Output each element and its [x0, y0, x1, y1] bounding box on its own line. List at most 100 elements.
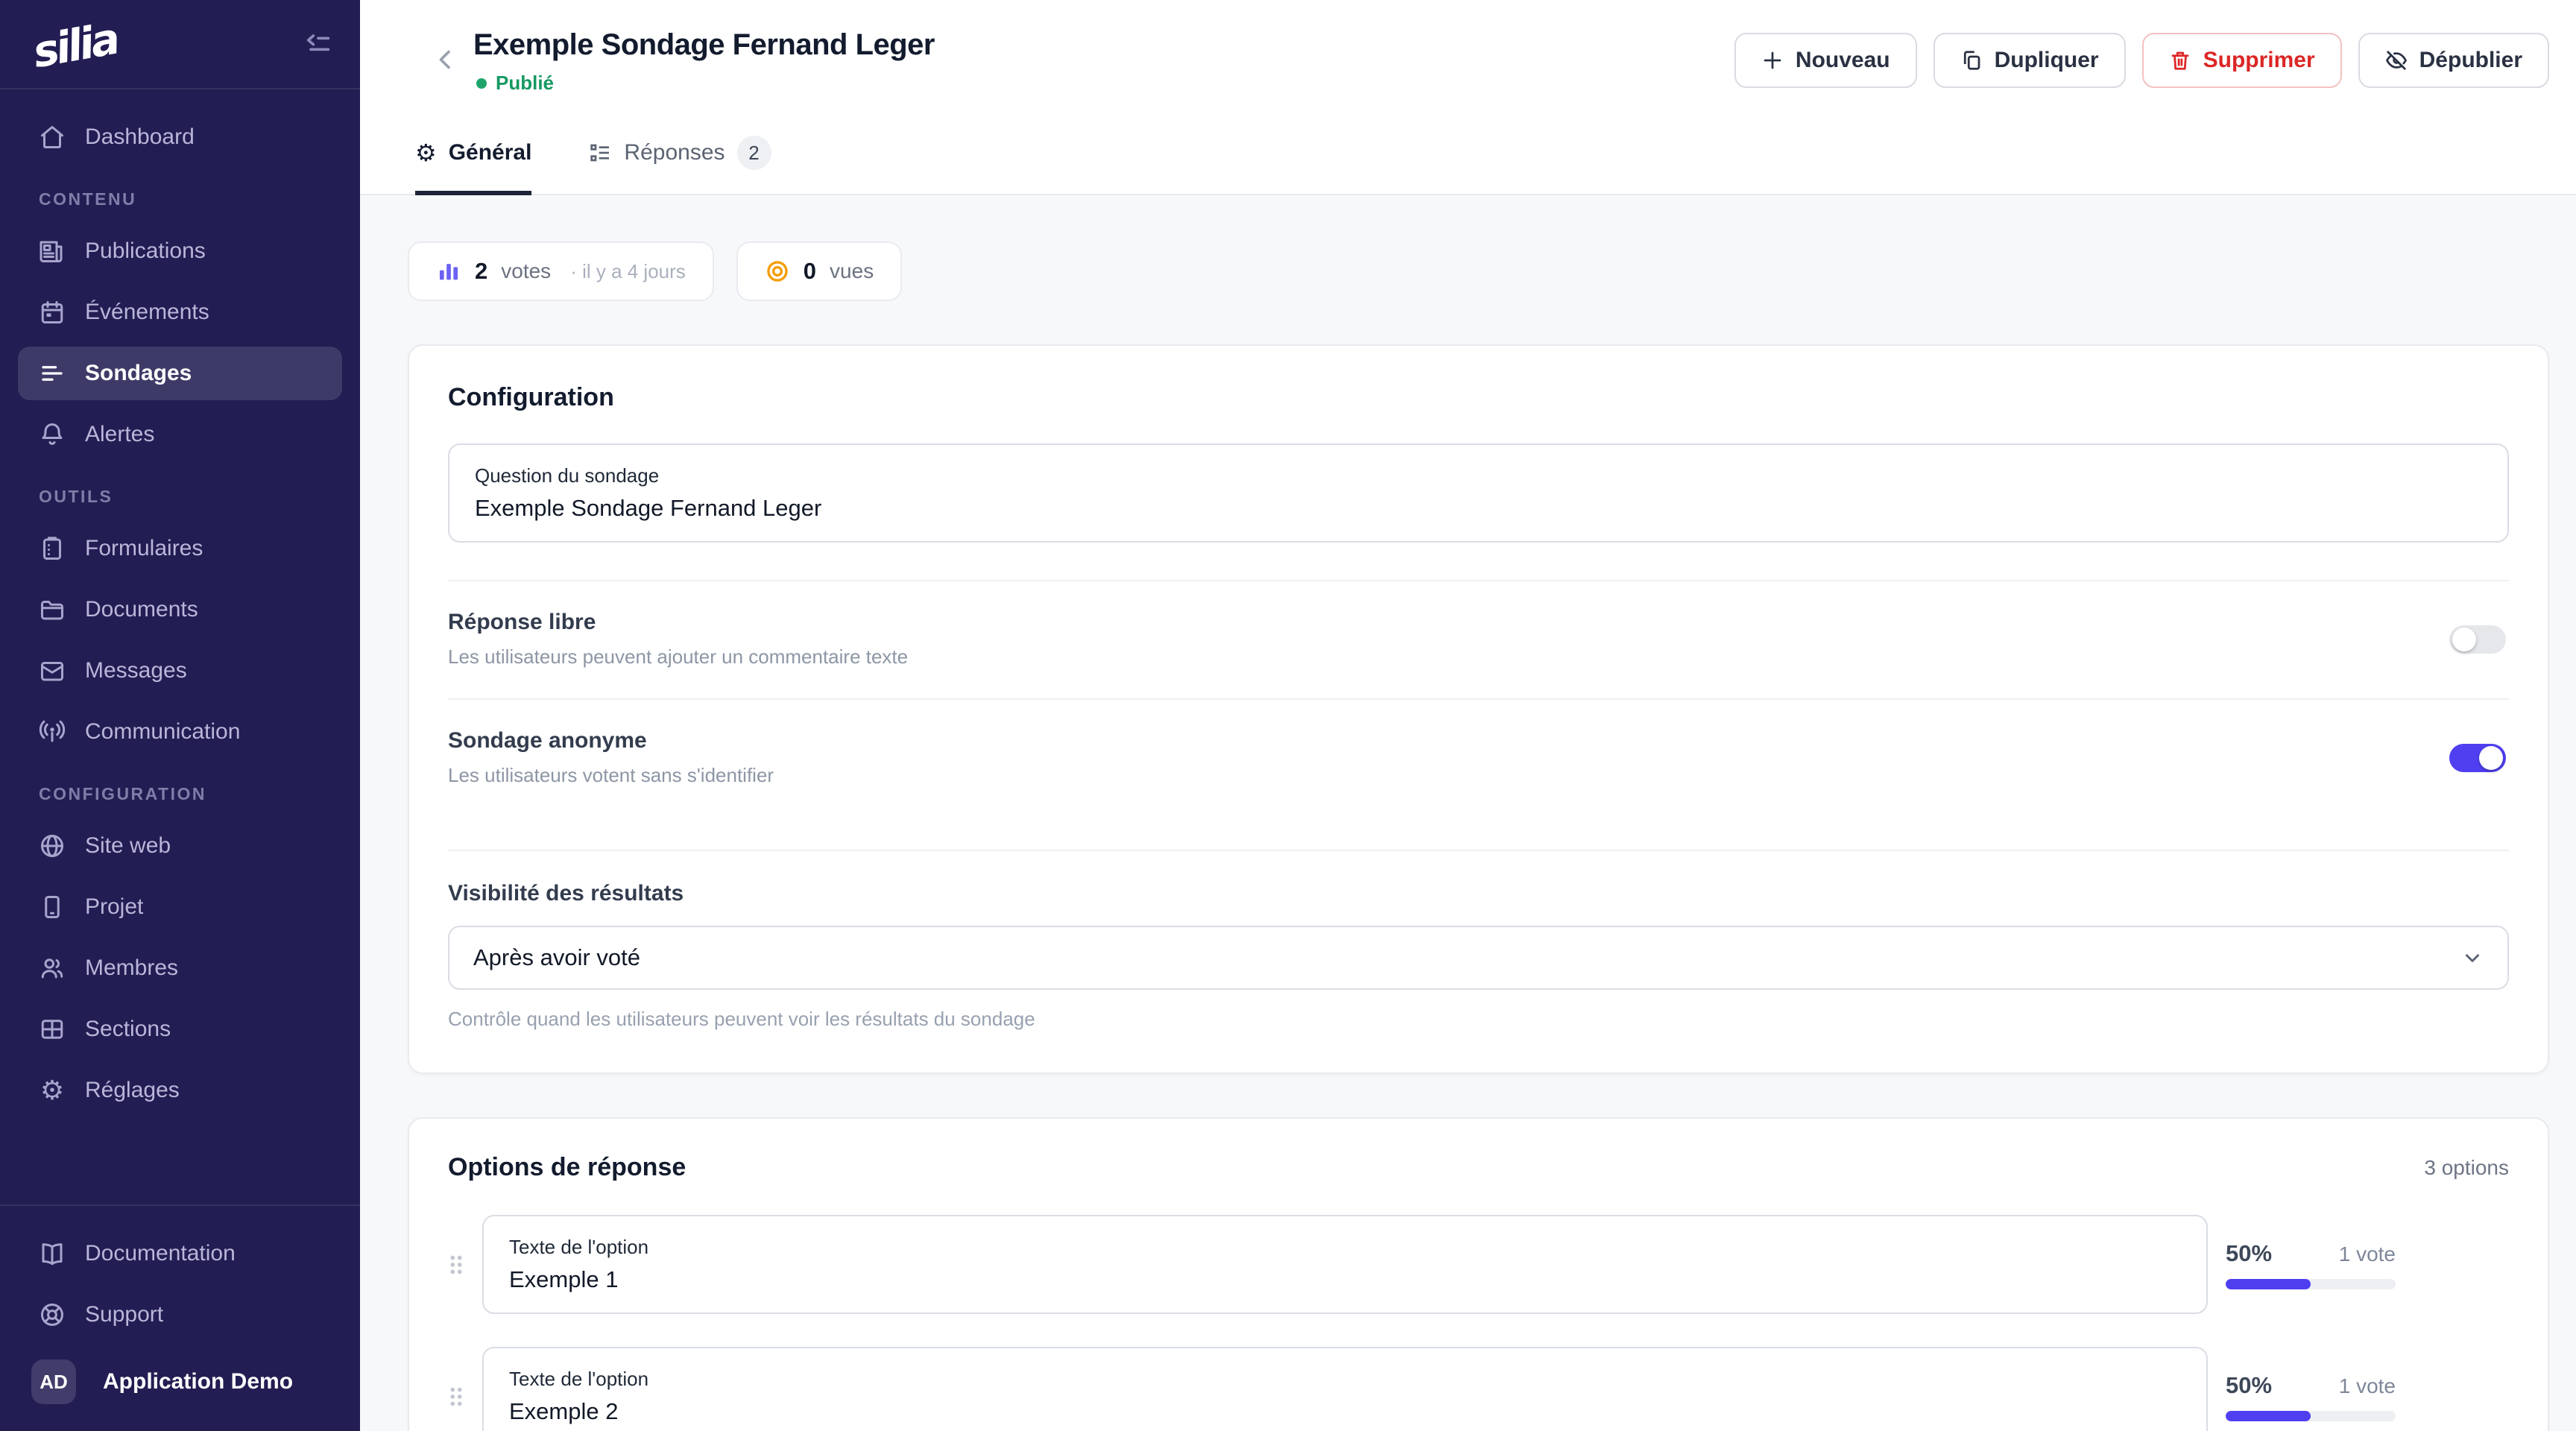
- sidebar-item-evenements[interactable]: Événements: [18, 285, 342, 339]
- question-input[interactable]: Question du sondage Exemple Sondage Fern…: [448, 443, 2509, 543]
- option-row: Texte de l'option Exemple 2 50% 1 vote: [448, 1347, 2509, 1431]
- options-count: 3 options: [2424, 1156, 2509, 1180]
- back-button[interactable]: [433, 46, 460, 73]
- anonymous-toggle[interactable]: [2449, 744, 2506, 772]
- sidebar-item-communication[interactable]: Communication: [18, 705, 342, 759]
- app-logo: silia: [29, 13, 121, 78]
- sidebar-item-alertes[interactable]: Alertes: [18, 408, 342, 461]
- sidebar-item-dashboard[interactable]: Dashboard: [18, 110, 342, 164]
- sidebar-collapse-icon[interactable]: [303, 28, 333, 58]
- sidebar-section-contenu: CONTENU: [18, 189, 342, 209]
- sidebar-item-label: Sondages: [85, 361, 192, 386]
- mail-icon: [39, 657, 66, 684]
- option-votes: 1 vote: [2339, 1242, 2396, 1266]
- visibility-block: Visibilité des résultats Après avoir vot…: [448, 850, 2509, 1031]
- newspaper-icon: [39, 238, 66, 265]
- votes-label: votes: [501, 259, 551, 283]
- sidebar-item-label: Communication: [85, 719, 240, 745]
- list-icon: [588, 141, 612, 165]
- question-value: Exemple Sondage Fernand Leger: [475, 495, 2482, 522]
- responses-count-badge: 2: [737, 136, 771, 170]
- sidebar-item-documents[interactable]: Documents: [18, 583, 342, 636]
- poll-icon: [39, 360, 66, 387]
- sidebar-item-projet[interactable]: Projet: [18, 880, 342, 934]
- visibility-label: Visibilité des résultats: [448, 881, 2509, 906]
- sidebar-item-publications[interactable]: Publications: [18, 224, 342, 278]
- sidebar-item-reglages[interactable]: ⚙ Réglages: [18, 1064, 342, 1117]
- visibility-helper: Contrôle quand les utilisateurs peuvent …: [448, 1008, 2509, 1031]
- free-response-toggle[interactable]: [2449, 625, 2506, 654]
- sidebar-item-site-web[interactable]: Site web: [18, 819, 342, 873]
- drag-handle-icon[interactable]: [448, 1251, 464, 1279]
- broadcast-icon: [39, 718, 66, 745]
- votes-meta: · il y a 4 jours: [570, 260, 686, 283]
- sidebar-item-documentation[interactable]: Documentation: [18, 1227, 342, 1280]
- trash-icon: [2169, 49, 2191, 72]
- bell-icon: [39, 421, 66, 448]
- visibility-select[interactable]: Après avoir voté: [448, 926, 2509, 990]
- user-name: Application Demo: [103, 1369, 293, 1394]
- anonymous-title: Sondage anonyme: [448, 728, 774, 754]
- option-row: Texte de l'option Exemple 1 50% 1 vote: [448, 1215, 2509, 1314]
- copy-icon: [1960, 49, 1983, 72]
- sidebar-footer: Documentation Support AD Application Dem…: [0, 1204, 360, 1431]
- option-text-input[interactable]: Texte de l'option Exemple 1: [482, 1215, 2208, 1314]
- sidebar-item-sondages[interactable]: Sondages: [18, 347, 342, 400]
- grid-icon: [39, 1016, 66, 1043]
- option-text-input[interactable]: Texte de l'option Exemple 2: [482, 1347, 2208, 1431]
- sidebar-section-configuration: CONFIGURATION: [18, 784, 342, 804]
- sidebar-section-outils: OUTILS: [18, 487, 342, 507]
- drag-handle-icon[interactable]: [448, 1383, 464, 1411]
- views-value: 0: [804, 258, 816, 285]
- sidebar-item-label: Membres: [85, 955, 178, 981]
- sidebar-item-label: Dashboard: [85, 124, 195, 150]
- views-label: vues: [830, 259, 874, 283]
- sidebar-item-messages[interactable]: Messages: [18, 644, 342, 698]
- free-response-title: Réponse libre: [448, 610, 908, 635]
- free-response-desc: Les utilisateurs peuvent ajouter un comm…: [448, 645, 908, 669]
- eye-off-icon: [2385, 49, 2408, 72]
- sidebar-item-label: Support: [85, 1302, 163, 1327]
- bar-chart-icon: [436, 259, 461, 284]
- avatar: AD: [31, 1359, 76, 1404]
- gear-icon: ⚙: [415, 141, 437, 165]
- question-label: Question du sondage: [475, 464, 2482, 487]
- main-area: Exemple Sondage Fernand Leger Publié Nou…: [360, 0, 2576, 1431]
- life-buoy-icon: [39, 1301, 66, 1328]
- new-button[interactable]: Nouveau: [1734, 33, 1917, 88]
- page-header: Exemple Sondage Fernand Leger Publié Nou…: [360, 0, 2576, 195]
- unpublish-button[interactable]: Dépublier: [2358, 33, 2549, 88]
- delete-button[interactable]: Supprimer: [2142, 33, 2342, 88]
- chevron-down-icon: [2461, 947, 2484, 969]
- sidebar-item-label: Événements: [85, 300, 209, 325]
- vote-progress-bar: [2226, 1411, 2396, 1421]
- vote-progress-bar: [2226, 1279, 2396, 1289]
- target-icon: [765, 259, 790, 284]
- sidebar-item-label: Réglages: [85, 1078, 180, 1103]
- sidebar-item-label: Documentation: [85, 1241, 236, 1266]
- tab-reponses[interactable]: Réponses 2: [588, 136, 771, 195]
- sidebar-item-label: Site web: [85, 833, 171, 859]
- status-dot-icon: [476, 78, 487, 89]
- sidebar-item-label: Projet: [85, 894, 143, 920]
- free-response-row: Réponse libre Les utilisateurs peuvent a…: [448, 581, 2509, 698]
- header-actions: Nouveau Dupliquer Supprimer Dépublier: [1734, 33, 2549, 88]
- smartphone-icon: [39, 894, 66, 920]
- option-stats: 50% 1 vote: [2226, 1372, 2396, 1421]
- sidebar-item-support[interactable]: Support: [18, 1288, 342, 1342]
- sidebar-item-membres[interactable]: Membres: [18, 941, 342, 995]
- sidebar-item-formulaires[interactable]: Formulaires: [18, 522, 342, 575]
- sidebar-header: silia: [0, 0, 360, 89]
- options-title: Options de réponse: [448, 1153, 686, 1182]
- configuration-card: Configuration Question du sondage Exempl…: [408, 344, 2549, 1074]
- sidebar-item-sections[interactable]: Sections: [18, 1002, 342, 1056]
- tab-general[interactable]: ⚙ Général: [415, 136, 531, 195]
- views-stat-pill: 0 vues: [736, 241, 902, 301]
- user-menu[interactable]: AD Application Demo: [18, 1352, 342, 1404]
- duplicate-button[interactable]: Dupliquer: [1933, 33, 2126, 88]
- tab-bar: ⚙ Général Réponses 2: [415, 136, 771, 195]
- sidebar-item-label: Sections: [85, 1017, 171, 1042]
- sidebar-item-label: Documents: [85, 597, 198, 622]
- sidebar-item-label: Messages: [85, 658, 187, 683]
- folder-icon: [39, 596, 66, 623]
